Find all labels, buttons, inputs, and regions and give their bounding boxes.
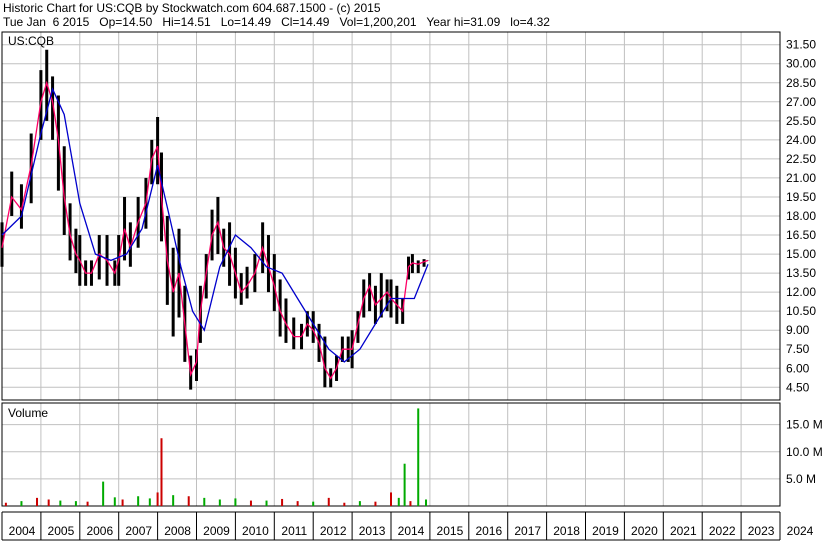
volume-bar bbox=[249, 500, 252, 506]
volume-bar bbox=[417, 408, 420, 506]
price-tick-label: 25.50 bbox=[786, 114, 816, 128]
volume-bar bbox=[74, 501, 77, 506]
x-tick-label: 2009 bbox=[203, 524, 230, 538]
x-tick-label: 2016 bbox=[475, 524, 502, 538]
x-tick-label: 2020 bbox=[631, 524, 658, 538]
volume-bar bbox=[327, 497, 330, 506]
price-tick-label: 12.00 bbox=[786, 285, 816, 299]
x-tick-label: 2018 bbox=[553, 524, 580, 538]
x-tick-label: 2010 bbox=[242, 524, 269, 538]
volume-bar bbox=[218, 499, 221, 506]
price-tick-label: 30.00 bbox=[786, 57, 816, 71]
volume-tick-label: 10.0 M bbox=[786, 445, 823, 459]
price-tick-label: 13.50 bbox=[786, 266, 816, 280]
x-tick-label: 2015 bbox=[437, 524, 464, 538]
price-tick-label: 4.50 bbox=[786, 380, 810, 394]
volume-bar bbox=[234, 498, 237, 506]
moving-average-long-line bbox=[1, 87, 429, 363]
volume-bar bbox=[265, 500, 268, 506]
price-tick-label: 22.50 bbox=[786, 152, 816, 166]
x-tick-label: 2023 bbox=[748, 524, 775, 538]
price-tick-label: 16.50 bbox=[786, 228, 816, 242]
x-tick-label: 2021 bbox=[670, 524, 697, 538]
price-tick-label: 27.00 bbox=[786, 95, 816, 109]
x-tick-label: 2006 bbox=[86, 524, 113, 538]
price-tick-label: 10.50 bbox=[786, 304, 816, 318]
x-tick-label: 2008 bbox=[164, 524, 191, 538]
price-tick-label: 9.00 bbox=[786, 323, 810, 337]
volume-bar bbox=[409, 501, 412, 506]
x-tick-label: 2004 bbox=[9, 524, 36, 538]
volume-bar bbox=[390, 492, 392, 506]
volume-bar bbox=[312, 501, 315, 506]
x-tick-label: 2005 bbox=[48, 524, 75, 538]
volume-bar bbox=[281, 498, 284, 506]
price-tick-label: 6.00 bbox=[786, 361, 810, 375]
price-tick-label: 24.00 bbox=[786, 133, 816, 147]
volume-bar bbox=[160, 438, 163, 506]
x-tick-label: 2019 bbox=[592, 524, 619, 538]
volume-bar bbox=[59, 500, 62, 506]
volume-bar bbox=[148, 498, 151, 506]
volume-bar bbox=[121, 499, 124, 506]
x-tick-label: 2014 bbox=[398, 524, 425, 538]
volume-tick-label: 15.0 M bbox=[786, 418, 823, 432]
volume-bar bbox=[203, 497, 206, 506]
volume-bar bbox=[20, 501, 23, 506]
volume-bar bbox=[403, 463, 406, 506]
volume-bar bbox=[113, 497, 116, 506]
price-tick-label: 15.00 bbox=[786, 247, 816, 261]
price-tick-label: 31.50 bbox=[786, 38, 816, 52]
price-tick-label: 21.00 bbox=[786, 171, 816, 185]
x-tick-label: 2017 bbox=[514, 524, 541, 538]
price-tick-label: 19.50 bbox=[786, 190, 816, 204]
volume-bar bbox=[187, 496, 190, 506]
x-tick-label: 2013 bbox=[359, 524, 386, 538]
volume-bar bbox=[102, 481, 105, 506]
volume-bar bbox=[137, 496, 140, 506]
volume-bar bbox=[425, 499, 428, 506]
stock-chart: 2004 2005 2006 2007 2008 2009 2010 2011 2012 2013… bbox=[0, 31, 823, 541]
price-tick-label: 18.00 bbox=[786, 209, 816, 223]
volume-bar bbox=[374, 501, 377, 506]
price-tick-label: 7.50 bbox=[786, 342, 810, 356]
volume-bar bbox=[296, 501, 299, 506]
x-tick-label: 2022 bbox=[709, 524, 736, 538]
x-tick-label: 2011 bbox=[281, 524, 307, 538]
volume-bar bbox=[358, 501, 361, 506]
volume-bar bbox=[36, 497, 39, 506]
volume-bar bbox=[172, 495, 175, 506]
volume-panel-title: Volume bbox=[8, 406, 48, 420]
volume-bar bbox=[156, 492, 159, 506]
volume-bar bbox=[4, 502, 7, 506]
chart-stage: Historic Chart for US:CQB by Stockwatch.… bbox=[0, 0, 830, 543]
price-tick-label: 28.50 bbox=[786, 76, 816, 90]
volume-tick-label: 5.0 M bbox=[786, 472, 816, 486]
x-tick-label: 2012 bbox=[320, 524, 347, 538]
volume-bar bbox=[47, 499, 50, 506]
x-tick-label: 2007 bbox=[125, 524, 152, 538]
volume-bar bbox=[343, 502, 346, 506]
price-panel-title: US:CQB bbox=[8, 34, 54, 48]
volume-bar bbox=[86, 501, 89, 506]
x-tick-label: 2024 bbox=[787, 524, 814, 538]
volume-bar bbox=[397, 497, 400, 506]
